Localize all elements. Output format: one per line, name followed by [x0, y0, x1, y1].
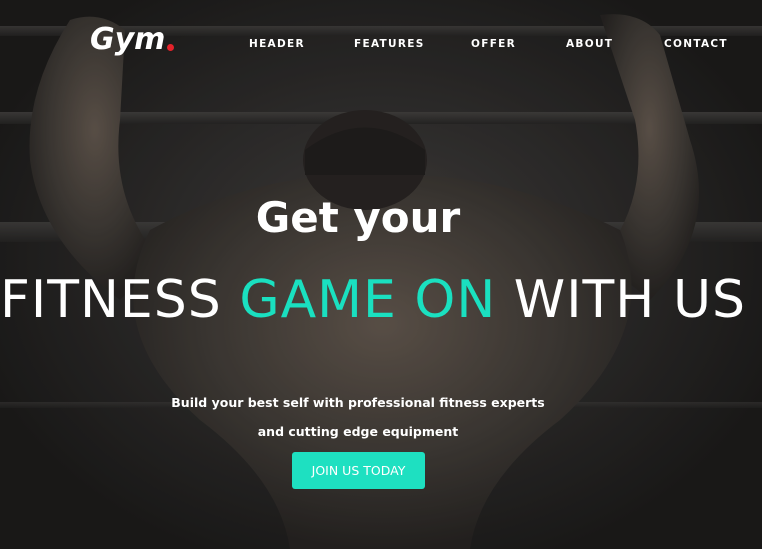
- nav-item-offer[interactable]: OFFER: [471, 38, 516, 52]
- hero-headline-bottom: FITNESS GAME ON WITH US: [0, 270, 745, 330]
- logo-dot: [167, 44, 174, 51]
- nav-item-features[interactable]: FEATURES: [354, 38, 425, 52]
- headline-part1: FITNESS: [0, 270, 240, 330]
- hero-subtitle-line1: Build your best self with professional f…: [171, 395, 545, 410]
- brand-logo[interactable]: Gym: [90, 22, 165, 57]
- nav-item-contact[interactable]: CONTACT: [664, 38, 728, 52]
- hero-subtitle-line2: and cutting edge equipment: [257, 424, 459, 439]
- join-us-button[interactable]: JOIN US TODAY: [292, 452, 425, 489]
- headline-accent: GAME ON: [239, 270, 497, 330]
- nav-item-about[interactable]: ABOUT: [566, 38, 613, 52]
- nav-item-header[interactable]: HEADER: [249, 38, 305, 52]
- headline-part2: WITH US: [496, 270, 747, 330]
- hero-headline-top: Get your: [255, 193, 461, 242]
